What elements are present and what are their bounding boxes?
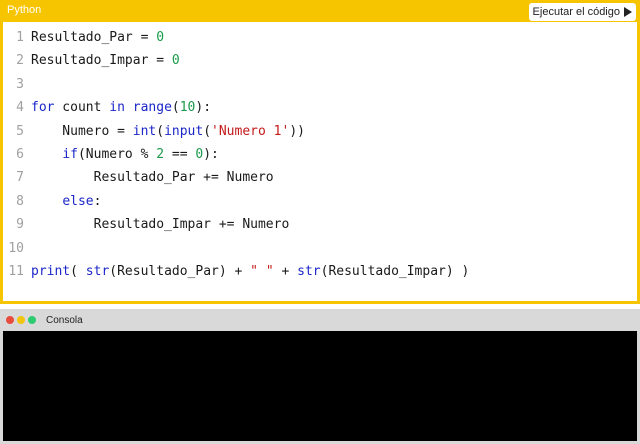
maximize-dot-icon: [28, 316, 36, 324]
line-number: 5: [16, 123, 24, 139]
run-code-button[interactable]: Ejecutar el código: [528, 3, 636, 21]
close-dot-icon: [6, 316, 14, 324]
line-number: 6: [16, 147, 24, 162]
code-text: for count in range(10):: [31, 100, 212, 116]
line-number: 7: [16, 170, 24, 186]
line-number: 2: [16, 53, 24, 69]
line-number: 1: [16, 30, 24, 45]
line-number: 4: [16, 100, 24, 116]
code-text: Resultado_Par += Numero: [31, 170, 274, 186]
line-number: 8: [16, 193, 24, 209]
run-code-label: Ejecutar el código: [532, 6, 620, 18]
code-text: print( str(Resultado_Par) + " " + str(Re…: [31, 264, 470, 279]
code-line[interactable]: 11 print( str(Resultado_Par) + " " + str(…: [3, 260, 637, 283]
console-title: Consola: [46, 315, 83, 326]
code-text: Resultado_Par = 0: [31, 30, 165, 45]
console-panel: Consola: [0, 309, 640, 444]
code-line[interactable]: 10: [3, 237, 637, 260]
code-area[interactable]: 1 Resultado_Par = 0 2 Resultado_Impar = 0 3 4…: [3, 22, 637, 301]
code-line[interactable]: 7 Resultado_Par += Numero: [3, 166, 637, 189]
code-line[interactable]: 4 for count in range(10):: [3, 96, 637, 119]
code-text: Resultado_Impar += Numero: [31, 217, 290, 233]
code-line[interactable]: 1 Resultado_Par = 0: [3, 26, 637, 49]
code-text: Resultado_Impar = 0: [31, 53, 180, 69]
code-line[interactable]: 2 Resultado_Impar = 0: [3, 49, 637, 72]
line-number: 9: [16, 217, 24, 233]
minimize-dot-icon: [17, 316, 25, 324]
line-number: 11: [8, 264, 24, 279]
code-editor-panel: Python Ejecutar el código 1 Resultado_Par…: [0, 0, 640, 304]
code-text: if(Numero % 2 == 0):: [62, 147, 219, 162]
console-header: Consola: [0, 309, 640, 331]
code-line[interactable]: 8 else:: [3, 190, 637, 213]
code-line[interactable]: 5 Numero = int(input('Numero 1')): [3, 120, 637, 143]
play-icon: [624, 7, 632, 17]
code-text: Numero = int(input('Numero 1')): [31, 123, 305, 139]
code-line[interactable]: 6 if(Numero % 2 == 0):: [3, 143, 637, 166]
language-label: Python: [7, 4, 42, 16]
console-output[interactable]: [3, 331, 637, 441]
line-number: 3: [16, 76, 24, 92]
line-number: 10: [8, 240, 24, 256]
code-line[interactable]: 9 Resultado_Impar += Numero: [3, 213, 637, 236]
code-text: else:: [62, 193, 102, 209]
code-line[interactable]: 3: [3, 73, 637, 96]
editor-header: Python Ejecutar el código: [0, 0, 640, 22]
